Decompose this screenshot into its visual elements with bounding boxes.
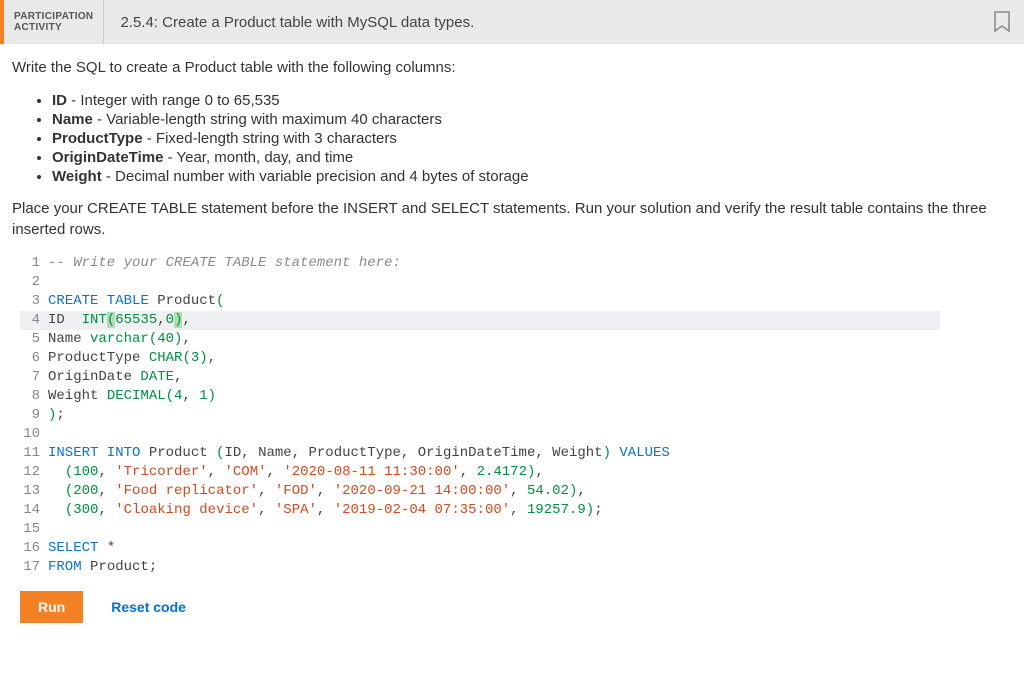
badge-line1: PARTICIPATION xyxy=(14,11,93,22)
column-spec-item: ProductType - Fixed-length string with 3… xyxy=(52,130,1012,147)
activity-header: PARTICIPATION ACTIVITY 2.5.4: Create a P… xyxy=(0,0,1024,44)
code-content[interactable]: FROM Product; xyxy=(48,558,940,577)
column-spec-list: ID - Integer with range 0 to 65,535 Name … xyxy=(32,92,1012,185)
run-button[interactable]: Run xyxy=(20,591,83,623)
code-line[interactable]: 11INSERT INTO Product (ID, Name, Product… xyxy=(20,444,940,463)
code-line[interactable]: 2 xyxy=(20,273,940,292)
code-line[interactable]: 8Weight DECIMAL(4, 1) xyxy=(20,387,940,406)
code-line[interactable]: 12 (100, 'Tricorder', 'COM', '2020-08-11… xyxy=(20,463,940,482)
line-number: 11 xyxy=(20,444,48,463)
activity-title: 2.5.4: Create a Product table with MySQL… xyxy=(104,0,992,44)
line-number: 5 xyxy=(20,330,48,349)
code-line[interactable]: 10 xyxy=(20,425,940,444)
line-number: 14 xyxy=(20,501,48,520)
code-content[interactable]: SELECT * xyxy=(48,539,940,558)
line-number: 16 xyxy=(20,539,48,558)
code-content[interactable]: Name varchar(40), xyxy=(48,330,940,349)
code-content[interactable]: (100, 'Tricorder', 'COM', '2020-08-11 11… xyxy=(48,463,940,482)
code-line[interactable]: 5Name varchar(40), xyxy=(20,330,940,349)
code-content[interactable]: (300, 'Cloaking device', 'SPA', '2019-02… xyxy=(48,501,940,520)
column-spec-item: Name - Variable-length string with maxim… xyxy=(52,111,1012,128)
code-line[interactable]: 4ID INT(65535,0), xyxy=(20,311,940,330)
code-editor[interactable]: 1-- Write your CREATE TABLE statement he… xyxy=(20,254,940,577)
button-row: Run Reset code xyxy=(12,587,1012,623)
column-desc: - Fixed-length string with 3 characters xyxy=(143,130,397,147)
bookmark-icon xyxy=(992,10,1012,34)
column-desc: - Variable-length string with maximum 40… xyxy=(93,111,442,128)
code-line[interactable]: 7OriginDate DATE, xyxy=(20,368,940,387)
column-desc: - Year, month, day, and time xyxy=(163,149,353,166)
column-name: OriginDateTime xyxy=(52,149,163,166)
line-number: 7 xyxy=(20,368,48,387)
code-content[interactable]: ); xyxy=(48,406,940,425)
code-line[interactable]: 13 (200, 'Food replicator', 'FOD', '2020… xyxy=(20,482,940,501)
code-content[interactable]: OriginDate DATE, xyxy=(48,368,940,387)
code-line[interactable]: 3CREATE TABLE Product( xyxy=(20,292,940,311)
line-number: 8 xyxy=(20,387,48,406)
instructions-lead: Write the SQL to create a Product table … xyxy=(12,58,1012,78)
line-number: 17 xyxy=(20,558,48,577)
line-number: 9 xyxy=(20,406,48,425)
column-name: Weight xyxy=(52,168,102,185)
line-number: 2 xyxy=(20,273,48,292)
activity-body: Write the SQL to create a Product table … xyxy=(0,44,1024,631)
line-number: 13 xyxy=(20,482,48,501)
code-content[interactable]: ProductType CHAR(3), xyxy=(48,349,940,368)
code-line[interactable]: 17FROM Product; xyxy=(20,558,940,577)
code-content[interactable]: (200, 'Food replicator', 'FOD', '2020-09… xyxy=(48,482,940,501)
code-content[interactable] xyxy=(48,273,940,292)
column-name: Name xyxy=(52,111,93,128)
badge-line2: ACTIVITY xyxy=(14,22,93,33)
code-line[interactable]: 1-- Write your CREATE TABLE statement he… xyxy=(20,254,940,273)
line-number: 10 xyxy=(20,425,48,444)
code-content[interactable]: -- Write your CREATE TABLE statement her… xyxy=(48,254,940,273)
column-spec-item: OriginDateTime - Year, month, day, and t… xyxy=(52,149,1012,166)
code-content[interactable] xyxy=(48,425,940,444)
code-content[interactable] xyxy=(48,520,940,539)
column-desc: - Decimal number with variable precision… xyxy=(102,168,529,185)
reset-code-link[interactable]: Reset code xyxy=(111,599,186,615)
code-content[interactable]: INSERT INTO Product (ID, Name, ProductTy… xyxy=(48,444,940,463)
code-content[interactable]: ID INT(65535,0), xyxy=(48,311,940,330)
bookmark-button[interactable] xyxy=(992,0,1024,44)
line-number: 3 xyxy=(20,292,48,311)
code-line[interactable]: 6ProductType CHAR(3), xyxy=(20,349,940,368)
line-number: 15 xyxy=(20,520,48,539)
line-number: 12 xyxy=(20,463,48,482)
instructions-trail: Place your CREATE TABLE statement before… xyxy=(12,199,1012,240)
code-line[interactable]: 16SELECT * xyxy=(20,539,940,558)
activity-badge: PARTICIPATION ACTIVITY xyxy=(4,0,104,44)
column-desc: - Integer with range 0 to 65,535 xyxy=(67,92,280,109)
line-number: 6 xyxy=(20,349,48,368)
code-content[interactable]: Weight DECIMAL(4, 1) xyxy=(48,387,940,406)
column-name: ID xyxy=(52,92,67,109)
line-number: 1 xyxy=(20,254,48,273)
code-line[interactable]: 14 (300, 'Cloaking device', 'SPA', '2019… xyxy=(20,501,940,520)
code-content[interactable]: CREATE TABLE Product( xyxy=(48,292,940,311)
line-number: 4 xyxy=(20,311,48,330)
column-spec-item: Weight - Decimal number with variable pr… xyxy=(52,168,1012,185)
column-name: ProductType xyxy=(52,130,143,147)
column-spec-item: ID - Integer with range 0 to 65,535 xyxy=(52,92,1012,109)
code-line[interactable]: 9); xyxy=(20,406,940,425)
code-line[interactable]: 15 xyxy=(20,520,940,539)
